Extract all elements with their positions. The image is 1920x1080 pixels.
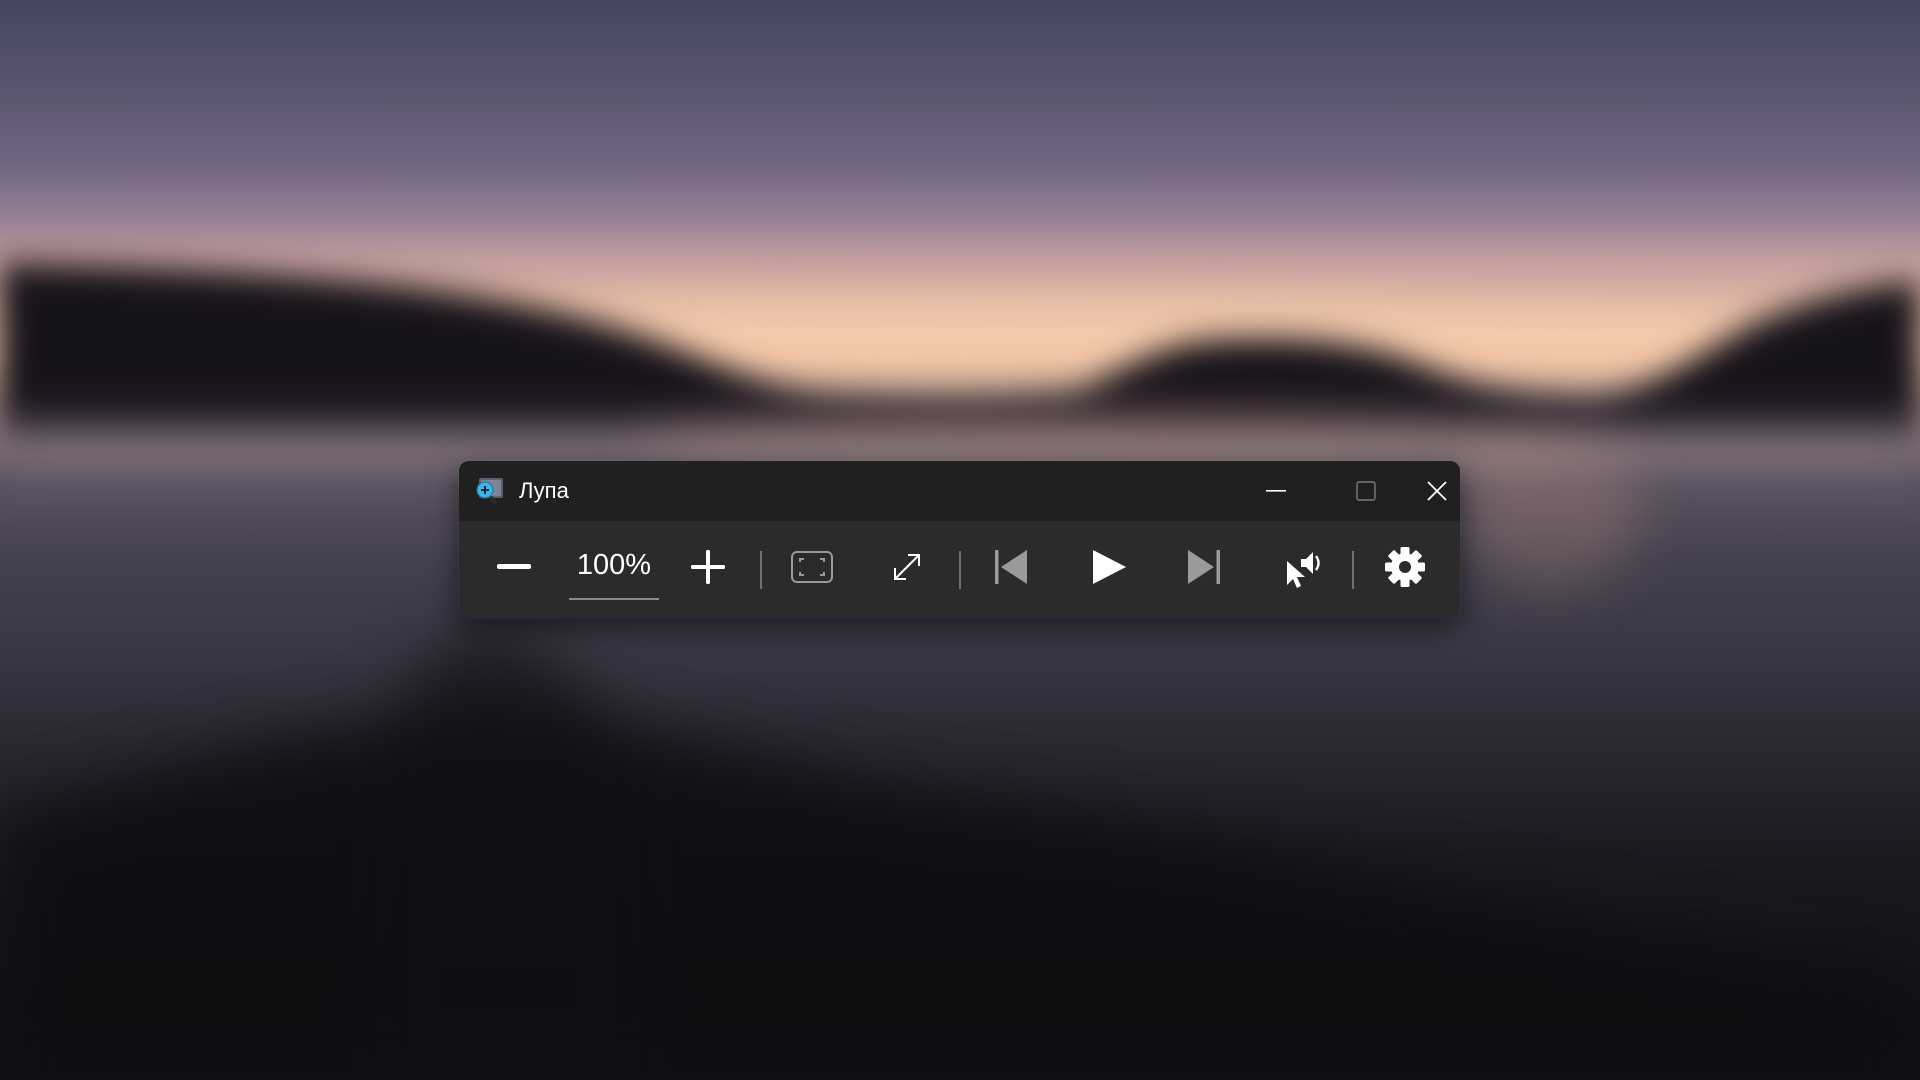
- toolbar-separator: [959, 551, 961, 589]
- minus-icon: [497, 564, 531, 569]
- title-bar[interactable]: Лупа: [459, 461, 1460, 521]
- skip-next-icon: [1188, 550, 1220, 584]
- zoom-out-button[interactable]: [482, 535, 546, 599]
- minimize-icon: [1266, 490, 1286, 492]
- previous-paragraph-button[interactable]: [979, 535, 1043, 599]
- zoom-in-button[interactable]: [676, 535, 740, 599]
- gear-icon: [1385, 547, 1425, 587]
- minimize-button[interactable]: [1231, 461, 1321, 521]
- maximize-icon: [1356, 481, 1376, 501]
- view-frame-icon: [791, 551, 833, 583]
- read-from-here-button[interactable]: [1271, 535, 1335, 599]
- play-icon: [1093, 550, 1126, 584]
- close-icon: [1426, 481, 1447, 501]
- zoom-level-underline: [569, 598, 659, 600]
- skip-previous-icon: [995, 550, 1027, 584]
- magnifier-toolbar: 100%: [459, 521, 1460, 618]
- magnifier-app-icon: [473, 476, 505, 506]
- play-button[interactable]: [1076, 535, 1140, 599]
- settings-button[interactable]: [1373, 535, 1437, 599]
- expand-arrows-icon: [894, 554, 920, 580]
- close-button[interactable]: [1413, 461, 1460, 521]
- change-view-button[interactable]: [780, 535, 844, 599]
- zoom-level-value: 100%: [576, 549, 652, 581]
- window-title: Лупа: [519, 478, 569, 503]
- plus-icon: [691, 550, 725, 584]
- zoom-level-display[interactable]: 100%: [567, 535, 661, 600]
- pointer-speaker-icon: [1287, 552, 1320, 588]
- maximize-button[interactable]: [1321, 461, 1411, 521]
- magnifier-window: Лупа 100%: [459, 461, 1460, 618]
- toolbar-separator: [760, 551, 762, 589]
- next-paragraph-button[interactable]: [1172, 535, 1236, 599]
- fullscreen-button[interactable]: [875, 535, 939, 599]
- toolbar-separator: [1352, 551, 1354, 589]
- desktop-wallpaper: Лупа 100%: [0, 0, 1920, 1080]
